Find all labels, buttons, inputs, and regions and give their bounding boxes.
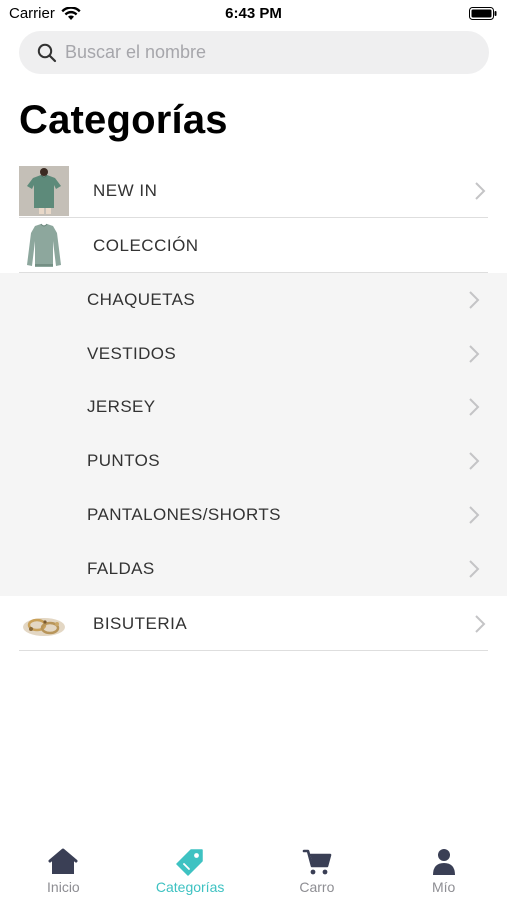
search-icon: [37, 43, 57, 62]
subcategory-item-pantalones-shorts[interactable]: PANTALONES/SHORTS: [0, 488, 507, 542]
subcategory-item-vestidos[interactable]: VESTIDOS: [0, 327, 507, 381]
category-row-coleccion[interactable]: COLECCIÓN: [19, 219, 488, 273]
cart-icon: [302, 849, 332, 875]
subcategory-item-puntos[interactable]: PUNTOS: [0, 434, 507, 488]
chevron-right-icon: [469, 398, 480, 417]
subcategory-label: PANTALONES/SHORTS: [87, 505, 281, 525]
tag-icon: [176, 849, 203, 876]
subcategory-label: JERSEY: [87, 397, 156, 417]
chevron-right-icon: [469, 344, 480, 363]
category-label: BISUTERIA: [93, 613, 188, 633]
tab-carro[interactable]: Carro: [254, 840, 381, 900]
user-icon: [432, 849, 455, 875]
page-title: Categorías: [19, 98, 228, 142]
tab-categorias[interactable]: Categorías: [127, 840, 254, 900]
sweater-thumbnail: [19, 220, 69, 271]
category-row-bisuteria[interactable]: BISUTERIA: [19, 597, 488, 651]
search-bar[interactable]: [19, 31, 489, 74]
status-bar: Carrier 6:43 PM: [0, 0, 507, 28]
tab-mio[interactable]: Mío: [380, 840, 507, 900]
chevron-right-icon: [475, 614, 486, 633]
status-time: 6:43 PM: [225, 5, 282, 22]
tab-inicio[interactable]: Inicio: [0, 840, 127, 900]
subcategory-label: CHAQUETAS: [87, 289, 196, 309]
home-icon: [48, 848, 78, 874]
category-row-new-in[interactable]: NEW IN: [19, 164, 488, 218]
tab-label: Mío: [431, 879, 456, 895]
chevron-right-icon: [475, 181, 486, 200]
subcategory-item-faldas[interactable]: FALDAS: [0, 542, 507, 596]
chevron-right-icon: [469, 291, 480, 309]
jewelry-thumbnail: [19, 598, 69, 649]
category-label: NEW IN: [93, 180, 158, 200]
subcategory-label: VESTIDOS: [87, 343, 177, 363]
tab-bar: Inicio Categorías Carro Mío: [0, 840, 507, 900]
subcategory-label: PUNTOS: [87, 451, 160, 471]
chevron-right-icon: [469, 560, 480, 578]
search-input[interactable]: [65, 42, 465, 63]
green-tshirt-thumbnail: [19, 165, 69, 216]
chevron-right-icon: [469, 506, 480, 524]
tab-label: Carro: [299, 879, 335, 895]
subcategory-item-jersey[interactable]: JERSEY: [0, 381, 507, 435]
battery-icon: [469, 7, 497, 20]
subcategory-list: CHAQUETAS VESTIDOS JERSEY PUNTOS PANTALO…: [0, 273, 507, 596]
subcategory-label: FALDAS: [87, 558, 155, 578]
category-label: COLECCIÓN: [93, 235, 199, 255]
subcategory-item-chaquetas[interactable]: CHAQUETAS: [0, 273, 507, 327]
tab-label: Inicio: [47, 879, 80, 895]
chevron-right-icon: [469, 452, 480, 470]
tab-label: Categorías: [155, 879, 225, 895]
